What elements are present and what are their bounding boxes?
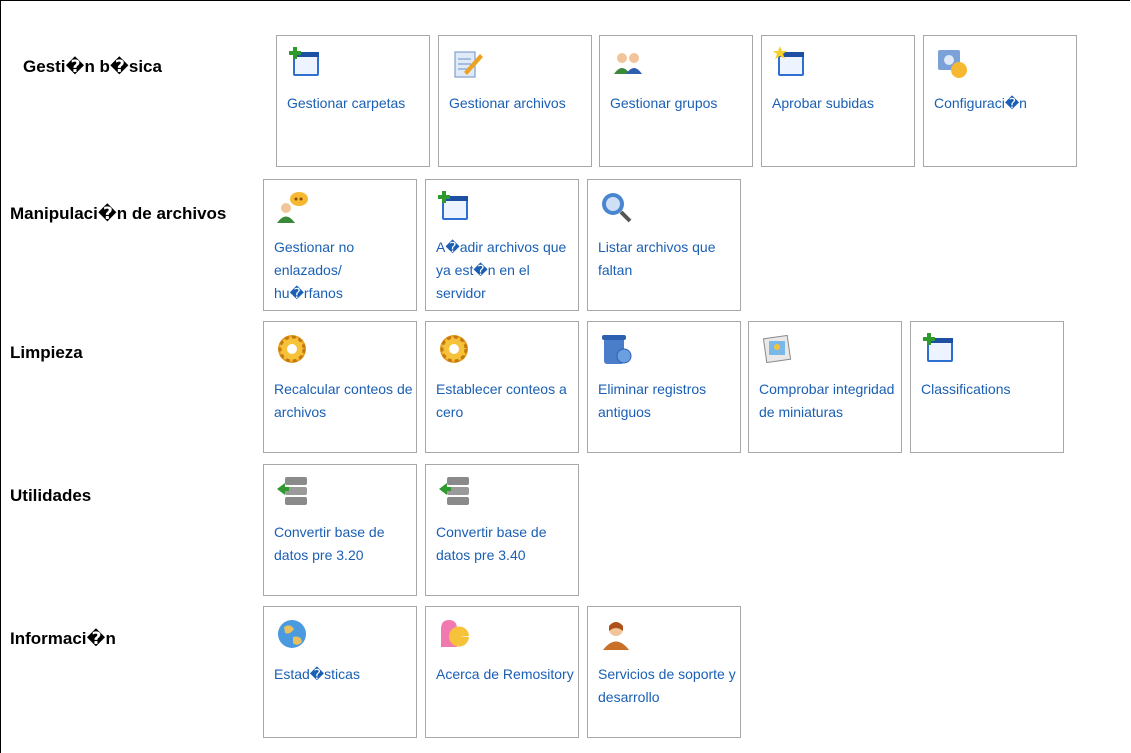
gestionar-grupos-button[interactable]: Gestionar grupos: [599, 35, 753, 167]
establecer-conteos-label: Establecer conteos a cero: [436, 381, 567, 420]
group-icon: [614, 53, 642, 74]
eliminar-registros-button[interactable]: Eliminar registros antiguos: [587, 321, 741, 453]
anadir-archivos-button[interactable]: A�adir archivos que ya est�n en el servi…: [425, 179, 579, 311]
convertir-340-button[interactable]: Convertir base de datos pre 3.40: [425, 464, 579, 596]
section-title-gestion-basica: Gesti�n b�sica: [23, 57, 162, 76]
convertir-320-label: Convertir base de datos pre 3.20: [274, 524, 385, 563]
database-convert-icon: [439, 477, 469, 505]
listar-archivos-label: Listar archivos que faltan: [598, 239, 716, 278]
classifications-button[interactable]: Classifications: [910, 321, 1064, 453]
recalcular-conteos-button[interactable]: Recalcular conteos de archivos: [263, 321, 417, 453]
user-chat-icon: [277, 192, 308, 223]
servicios-soporte-label: Servicios de soporte y desarrollo: [598, 666, 736, 705]
aprobar-subidas-button[interactable]: Aprobar subidas: [761, 35, 915, 167]
section-title-limpieza: Limpieza: [10, 343, 83, 362]
anadir-archivos-label: A�adir archivos que ya est�n en el servi…: [436, 239, 567, 301]
section-title-utilidades: Utilidades: [10, 486, 92, 505]
configuracion-button[interactable]: Configuraci�n: [923, 35, 1077, 167]
aprobar-subidas-label: Aprobar subidas: [772, 95, 874, 111]
gestionar-archivos-label: Gestionar archivos: [449, 95, 566, 111]
folder-add-icon: [438, 191, 468, 220]
gear-icon: [276, 333, 308, 365]
recalcular-conteos-label: Recalcular conteos de archivos: [274, 381, 413, 420]
magnifier-globe-icon: [602, 193, 632, 223]
gestionar-carpetas-label: Gestionar carpetas: [287, 95, 406, 111]
acerca-de-label: Acerca de Remository: [436, 666, 574, 682]
section-title-manipulacion-archivos: Manipulaci�n de archivos: [10, 204, 227, 223]
convertir-320-button[interactable]: Convertir base de datos pre 3.20: [263, 464, 417, 596]
settings-icon: [938, 50, 967, 78]
eliminar-registros-label: Eliminar registros antiguos: [598, 381, 707, 420]
folder-star-icon: [773, 46, 804, 76]
recycle-bin-icon: [602, 335, 632, 364]
gear-icon: [438, 333, 470, 365]
gestionar-archivos-button[interactable]: Gestionar archivos: [438, 35, 592, 167]
file-edit-icon: [454, 51, 483, 78]
establecer-conteos-button[interactable]: Establecer conteos a cero: [425, 321, 579, 453]
comprobar-integridad-label: Comprobar integridad de miniaturas: [759, 381, 895, 420]
configuracion-label: Configuraci�n: [934, 95, 1027, 111]
acerca-de-button[interactable]: Acerca de Remository: [425, 606, 579, 738]
pacman-icon: [441, 620, 469, 647]
folder-add-icon: [923, 333, 953, 362]
servicios-soporte-button[interactable]: Servicios de soporte y desarrollo: [587, 606, 741, 738]
globe-icon: [278, 620, 306, 648]
section-title-informacion: Informaci�n: [10, 629, 116, 648]
gestionar-grupos-label: Gestionar grupos: [610, 95, 718, 111]
convertir-340-label: Convertir base de datos pre 3.40: [436, 524, 547, 563]
comprobar-integridad-button[interactable]: Comprobar integridad de miniaturas: [748, 321, 902, 453]
classifications-label: Classifications: [921, 381, 1011, 397]
gestionar-carpetas-button[interactable]: Gestionar carpetas: [276, 35, 430, 167]
database-convert-icon: [277, 477, 307, 505]
gestionar-no-enlazados-button[interactable]: Gestionar no enlazados/ hu�rfanos: [263, 179, 417, 311]
support-person-icon: [603, 622, 629, 650]
image-icon: [762, 334, 792, 364]
estadisticas-label: Estad�sticas: [274, 666, 360, 682]
folder-add-icon: [289, 47, 319, 76]
gestionar-no-enlazados-label: Gestionar no enlazados/ hu�rfanos: [274, 239, 355, 301]
listar-archivos-button[interactable]: Listar archivos que faltan: [587, 179, 741, 311]
estadisticas-button[interactable]: Estad�sticas: [263, 606, 417, 738]
